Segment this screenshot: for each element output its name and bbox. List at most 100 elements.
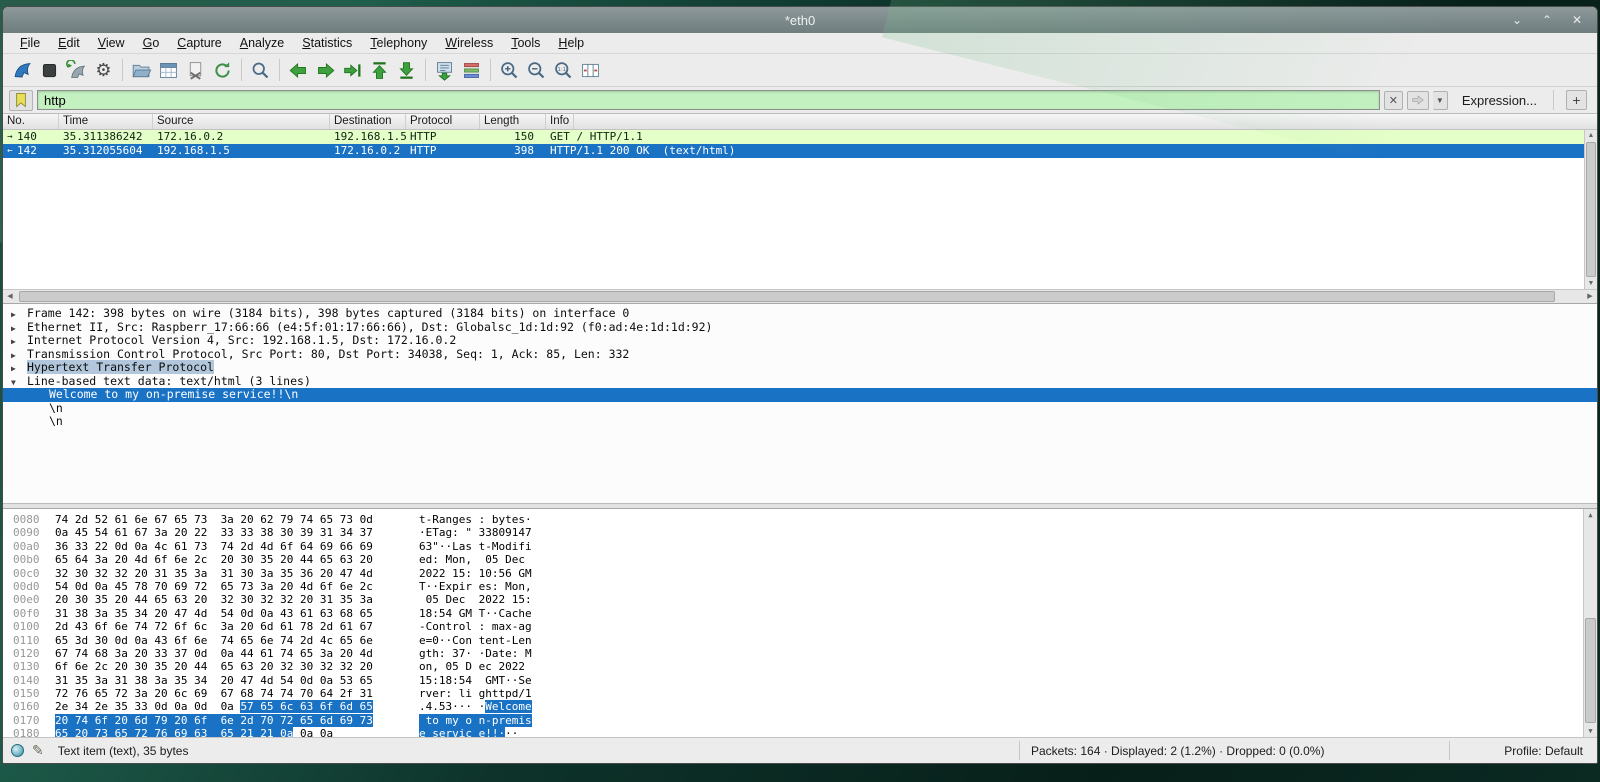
detail-line[interactable]: Line-based text data: text/html (3 lines…: [3, 375, 1597, 389]
detail-line[interactable]: \n: [3, 402, 1597, 416]
expander-icon[interactable]: [11, 335, 27, 349]
detail-line[interactable]: Welcome to my on-premise service!!\n: [3, 388, 1597, 402]
menu-item-wireless[interactable]: Wireless: [436, 34, 502, 52]
packet-row[interactable]: →14035.311386242172.16.0.2192.168.1.5HTT…: [3, 130, 1584, 144]
hex-row[interactable]: 008074 2d 52 61 6e 67 65 73 3a 20 62 79 …: [13, 513, 1597, 526]
filter-apply-button[interactable]: [1407, 91, 1429, 110]
menu-item-analyze[interactable]: Analyze: [231, 34, 293, 52]
column-header-length[interactable]: Length: [480, 114, 546, 129]
hex-row[interactable]: 011065 3d 30 0d 0a 43 6f 6e 74 65 6e 74 …: [13, 634, 1597, 647]
auto-scroll-button[interactable]: [431, 57, 458, 84]
status-profile[interactable]: Profile: Default: [1504, 744, 1583, 758]
find-packet-button[interactable]: [247, 57, 274, 84]
expander-icon[interactable]: [11, 322, 27, 336]
scrollbar-thumb[interactable]: [1585, 618, 1596, 723]
detail-line[interactable]: Hypertext Transfer Protocol: [3, 361, 1597, 375]
hex-row[interactable]: 00f031 38 3a 35 34 20 47 4d 54 0d 0a 43 …: [13, 607, 1597, 620]
restart-capture-button[interactable]: [63, 57, 90, 84]
column-header-info[interactable]: Info: [546, 114, 574, 129]
hex-ascii: e servic e!!···: [419, 727, 518, 737]
reload-file-button[interactable]: [209, 57, 236, 84]
zoom-in-button[interactable]: [496, 57, 523, 84]
hex-row[interactable]: 00a036 33 22 0d 0a 4c 61 73 74 2d 4d 6f …: [13, 540, 1597, 553]
go-back-button[interactable]: [285, 57, 312, 84]
packet-list-horizontal-scrollbar[interactable]: ◀ ▶: [3, 289, 1597, 303]
zoom-reset-button[interactable]: 1:1: [550, 57, 577, 84]
hex-row[interactable]: 01002d 43 6f 6e 74 72 6f 6c 3a 20 6d 61 …: [13, 620, 1597, 633]
menu-item-statistics[interactable]: Statistics: [293, 34, 361, 52]
hex-row[interactable]: 00e020 30 35 20 44 65 63 20 32 30 32 32 …: [13, 593, 1597, 606]
packet-list-vertical-scrollbar[interactable]: ▲ ▼: [1584, 130, 1597, 289]
go-last-packet-button[interactable]: [393, 57, 420, 84]
hex-row[interactable]: 00c032 30 32 32 20 31 35 3a 31 30 3a 35 …: [13, 567, 1597, 580]
hex-row[interactable]: 015072 76 65 72 3a 20 6c 69 67 68 74 74 …: [13, 687, 1597, 700]
capture-options-button[interactable]: ⚙: [90, 57, 117, 84]
column-header-protocol[interactable]: Protocol: [406, 114, 480, 129]
close-button[interactable]: [1567, 11, 1587, 29]
detail-line[interactable]: Frame 142: 398 bytes on wire (3184 bits)…: [3, 307, 1597, 321]
menu-item-edit[interactable]: Edit: [49, 34, 89, 52]
column-header-destination[interactable]: Destination: [330, 114, 406, 129]
expert-info-icon[interactable]: [11, 744, 24, 757]
display-filter-input[interactable]: [37, 90, 1380, 110]
titlebar[interactable]: *eth0: [3, 7, 1597, 33]
menu-item-file[interactable]: File: [11, 34, 49, 52]
detail-line[interactable]: \n: [3, 415, 1597, 429]
column-header-source[interactable]: Source: [153, 114, 330, 129]
zoom-out-button[interactable]: [523, 57, 550, 84]
detail-line[interactable]: Ethernet II, Src: Raspberr_17:66:66 (e4:…: [3, 321, 1597, 335]
hex-row[interactable]: 017020 74 6f 20 6d 79 20 6f 6e 2d 70 72 …: [13, 714, 1597, 727]
menu-item-tools[interactable]: Tools: [502, 34, 549, 52]
scroll-down-arrow[interactable]: ▼: [1585, 278, 1597, 289]
colorize-packets-button[interactable]: [458, 57, 485, 84]
menu-item-go[interactable]: Go: [134, 34, 169, 52]
scrollbar-track[interactable]: [17, 290, 1583, 303]
hex-row[interactable]: 00b065 64 3a 20 4d 6f 6e 2c 20 30 35 20 …: [13, 553, 1597, 566]
expander-icon[interactable]: [11, 376, 27, 390]
close-file-button[interactable]: [182, 57, 209, 84]
packet-row[interactable]: ←14235.312055604192.168.1.5172.16.0.2HTT…: [3, 144, 1584, 158]
menu-item-help[interactable]: Help: [549, 34, 593, 52]
expander-icon[interactable]: [11, 308, 27, 322]
expander-icon[interactable]: [11, 349, 27, 363]
filter-bookmark-button[interactable]: [9, 90, 33, 111]
start-capture-button[interactable]: [9, 57, 36, 84]
hex-row[interactable]: 014031 35 3a 31 38 3a 35 34 20 47 4d 54 …: [13, 674, 1597, 687]
scrollbar-thumb[interactable]: [1586, 142, 1596, 277]
column-header-time[interactable]: Time: [59, 114, 153, 129]
filter-clear-button[interactable]: ✕: [1384, 91, 1403, 110]
scroll-up-arrow[interactable]: ▲: [1585, 130, 1597, 141]
go-to-packet-button[interactable]: [339, 57, 366, 84]
hex-row[interactable]: 01306f 6e 2c 20 30 35 20 44 65 63 20 32 …: [13, 660, 1597, 673]
expander-icon[interactable]: [11, 362, 27, 376]
go-forward-button[interactable]: [312, 57, 339, 84]
hex-row[interactable]: 01602e 34 2e 35 33 0d 0a 0d 0a 57 65 6c …: [13, 700, 1597, 713]
hex-row[interactable]: 00d054 0d 0a 45 78 70 69 72 65 73 3a 20 …: [13, 580, 1597, 593]
maximize-button[interactable]: [1537, 11, 1557, 29]
scroll-right-arrow[interactable]: ▶: [1583, 290, 1597, 303]
save-file-button[interactable]: [155, 57, 182, 84]
menu-item-telephony[interactable]: Telephony: [361, 34, 436, 52]
minimize-button[interactable]: [1507, 11, 1527, 29]
hex-row[interactable]: 00900a 45 54 61 67 3a 20 22 33 33 38 30 …: [13, 526, 1597, 539]
hex-row[interactable]: 018065 20 73 65 72 76 69 63 65 21 21 0a …: [13, 727, 1597, 737]
scroll-up-arrow[interactable]: ▲: [1584, 509, 1597, 521]
menu-item-view[interactable]: View: [89, 34, 134, 52]
column-header-no[interactable]: No.: [3, 114, 59, 129]
detail-line[interactable]: Transmission Control Protocol, Src Port:…: [3, 348, 1597, 362]
resize-columns-button[interactable]: [577, 57, 604, 84]
menu-item-capture[interactable]: Capture: [168, 34, 230, 52]
scroll-left-arrow[interactable]: ◀: [3, 290, 17, 303]
bytes-vertical-scrollbar[interactable]: ▲ ▼: [1583, 509, 1597, 737]
go-first-packet-button[interactable]: [366, 57, 393, 84]
capture-comment-icon[interactable]: ✎: [32, 742, 44, 759]
filter-dropdown-button[interactable]: ▼: [1433, 91, 1448, 110]
detail-line[interactable]: Internet Protocol Version 4, Src: 192.16…: [3, 334, 1597, 348]
scroll-down-arrow[interactable]: ▼: [1584, 725, 1597, 737]
hex-row[interactable]: 012067 74 68 3a 20 33 37 0d 0a 44 61 74 …: [13, 647, 1597, 660]
add-filter-button[interactable]: +: [1566, 90, 1587, 110]
scrollbar-thumb[interactable]: [19, 291, 1555, 302]
stop-capture-button[interactable]: [36, 57, 63, 84]
expression-button[interactable]: Expression...: [1462, 93, 1537, 108]
open-file-button[interactable]: [128, 57, 155, 84]
